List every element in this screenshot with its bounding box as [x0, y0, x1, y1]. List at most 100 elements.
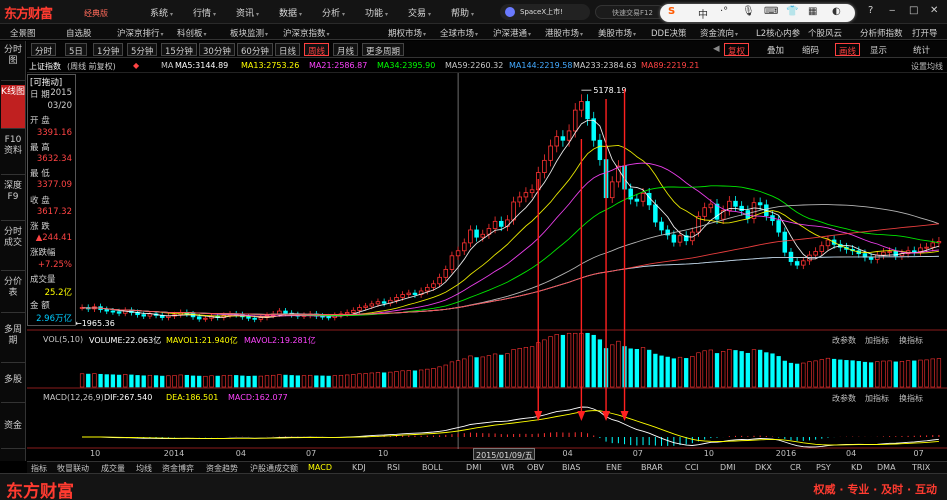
indicator-tab[interactable]: DMI: [720, 463, 735, 472]
vol-change-params[interactable]: 改参数: [832, 335, 856, 346]
spacex-news-tab[interactable]: SpaceX上市!: [500, 4, 590, 20]
tab-multi-stock[interactable]: 多股: [1, 373, 25, 403]
nav-index[interactable]: 沪深京指数: [283, 27, 330, 39]
nav-fund-flow[interactable]: 资金流向: [700, 27, 738, 39]
ime-punct-mode[interactable]: ·°: [720, 6, 728, 17]
menu-system[interactable]: 系统: [150, 6, 173, 19]
indicator-tab[interactable]: MACD: [308, 463, 332, 472]
tab-multi-period[interactable]: 多周期: [1, 323, 25, 363]
tab-funds[interactable]: 资金: [1, 419, 25, 449]
period-intraday[interactable]: 分时: [31, 43, 57, 57]
nav-watchlist[interactable]: 自选股: [66, 27, 92, 39]
indicator-tab[interactable]: CCI: [685, 463, 699, 472]
nav-open[interactable]: 打开导: [912, 27, 938, 39]
maximize-icon[interactable]: □: [909, 5, 918, 16]
overlay-button[interactable]: 叠加: [764, 43, 787, 56]
apps-icon[interactable]: ▦: [808, 6, 817, 17]
skin-icon[interactable]: 👕: [786, 6, 798, 17]
indicator-tab[interactable]: BOLL: [422, 463, 443, 472]
period-30min[interactable]: 30分钟: [199, 43, 235, 57]
indicator-tab[interactable]: DMI: [466, 463, 481, 472]
tab-f10[interactable]: F10资料: [1, 133, 25, 175]
indicator-tab[interactable]: WR: [501, 463, 514, 472]
nav-star-market[interactable]: 科创板: [177, 27, 207, 39]
quick-trade-search[interactable]: 快速交易F12: [595, 5, 665, 19]
menu-data[interactable]: 数据: [279, 6, 302, 19]
period-weekly[interactable]: 周线: [304, 43, 330, 57]
tab-tick[interactable]: 分时成交: [1, 225, 25, 271]
indicator-tab[interactable]: CR: [790, 463, 801, 472]
ma-toggle-icon[interactable]: ◆: [133, 61, 139, 70]
volume-bar: [751, 349, 757, 388]
kline-chart[interactable]: 5178.19 ←1965.36: [27, 59, 947, 461]
nav-panorama[interactable]: 全景图: [10, 27, 36, 39]
indicator-tab[interactable]: OBV: [527, 463, 544, 472]
menu-functions[interactable]: 功能: [365, 6, 388, 19]
menu-analysis[interactable]: 分析: [322, 6, 345, 19]
tab-intraday[interactable]: 分时图: [1, 43, 25, 81]
help-icon[interactable]: ?: [868, 5, 873, 16]
nav-analyst[interactable]: 分析师指数: [860, 27, 903, 39]
ime-toggle-icon[interactable]: ◐: [832, 6, 841, 17]
indicator-tab[interactable]: BIAS: [562, 463, 580, 472]
macd-change-params[interactable]: 改参数: [832, 393, 856, 404]
nav-dde[interactable]: DDE决策: [651, 27, 686, 39]
indicator-tab[interactable]: ENE: [606, 463, 622, 472]
period-5min[interactable]: 5分钟: [127, 43, 158, 57]
info-value: 3632.34: [36, 154, 72, 164]
ime-toolbar[interactable]: S 中 ·° 🎙 ⌨ 👕 ▦ ◐: [660, 4, 855, 22]
draw-button[interactable]: 画线: [835, 43, 861, 57]
microphone-icon[interactable]: 🎙: [742, 6, 755, 17]
tab-kline[interactable]: K线图: [1, 85, 25, 129]
menu-news[interactable]: 资讯: [236, 6, 259, 19]
volume-bar: [492, 353, 498, 388]
period-monthly[interactable]: 月线: [333, 43, 359, 57]
period-1min[interactable]: 1分钟: [93, 43, 124, 57]
nav-connect[interactable]: 沪深港通: [493, 27, 531, 39]
candle-body: [813, 251, 818, 256]
quote-info-panel[interactable]: [可拖动] 日 期 2015 03/20 开 盘 3391.16 最 高 3632.34 最 …: [27, 74, 76, 326]
indicator-tab[interactable]: DMA: [877, 463, 896, 472]
indicator-tab[interactable]: KDJ: [352, 463, 366, 472]
nav-options[interactable]: 期权市场: [388, 27, 426, 39]
nav-sector-monitor[interactable]: 板块监测: [230, 27, 268, 39]
nav-ranking[interactable]: 沪深京排行: [117, 27, 164, 39]
macd-dea: DEA:186.501: [166, 393, 219, 402]
macd-swap-indicator[interactable]: 换指标: [899, 393, 923, 404]
adjust-button[interactable]: 复权: [724, 43, 750, 57]
close-icon[interactable]: ✕: [930, 5, 938, 16]
nav-l2[interactable]: L2核心内参: [756, 27, 800, 39]
nav-stock-storm[interactable]: 个股风云: [808, 27, 842, 39]
nav-global[interactable]: 全球市场: [440, 27, 478, 39]
minimize-icon[interactable]: ‒: [889, 5, 895, 16]
indicator-tab[interactable]: BRAR: [641, 463, 663, 472]
stats-button[interactable]: 统计: [910, 43, 933, 56]
indicator-tab[interactable]: DKX: [755, 463, 772, 472]
keyboard-icon[interactable]: ⌨: [764, 6, 778, 17]
nav-hk[interactable]: 港股市场: [545, 27, 583, 39]
ma-settings-link[interactable]: 设置均线: [911, 61, 943, 72]
indicator-tab[interactable]: TRIX: [912, 463, 930, 472]
tab-price-table[interactable]: 分价表: [1, 275, 25, 313]
period-60min[interactable]: 60分钟: [237, 43, 273, 57]
volume-bar: [425, 368, 430, 388]
period-more[interactable]: 更多周期: [362, 43, 405, 57]
indicator-tab[interactable]: RSI: [387, 463, 400, 472]
vol-add-indicator[interactable]: 加指标: [865, 335, 889, 346]
period-15min[interactable]: 15分钟: [161, 43, 197, 57]
period-5day[interactable]: 5日: [65, 43, 87, 57]
back-icon[interactable]: ◀: [710, 43, 723, 56]
indicator-tab[interactable]: KD: [851, 463, 862, 472]
tab-depth[interactable]: 深度F9: [1, 179, 25, 221]
menu-trade[interactable]: 交易: [408, 6, 431, 19]
display-button[interactable]: 显示: [867, 43, 890, 56]
ime-chinese-mode[interactable]: 中: [698, 6, 708, 21]
vol-swap-indicator[interactable]: 换指标: [899, 335, 923, 346]
zoom-button[interactable]: 缩码: [799, 43, 822, 56]
macd-add-indicator[interactable]: 加指标: [865, 393, 889, 404]
menu-help[interactable]: 帮助: [451, 6, 474, 19]
nav-us[interactable]: 美股市场: [598, 27, 636, 39]
menu-quotes[interactable]: 行情: [193, 6, 216, 19]
period-daily[interactable]: 日线: [275, 43, 301, 57]
indicator-tab[interactable]: PSY: [816, 463, 831, 472]
